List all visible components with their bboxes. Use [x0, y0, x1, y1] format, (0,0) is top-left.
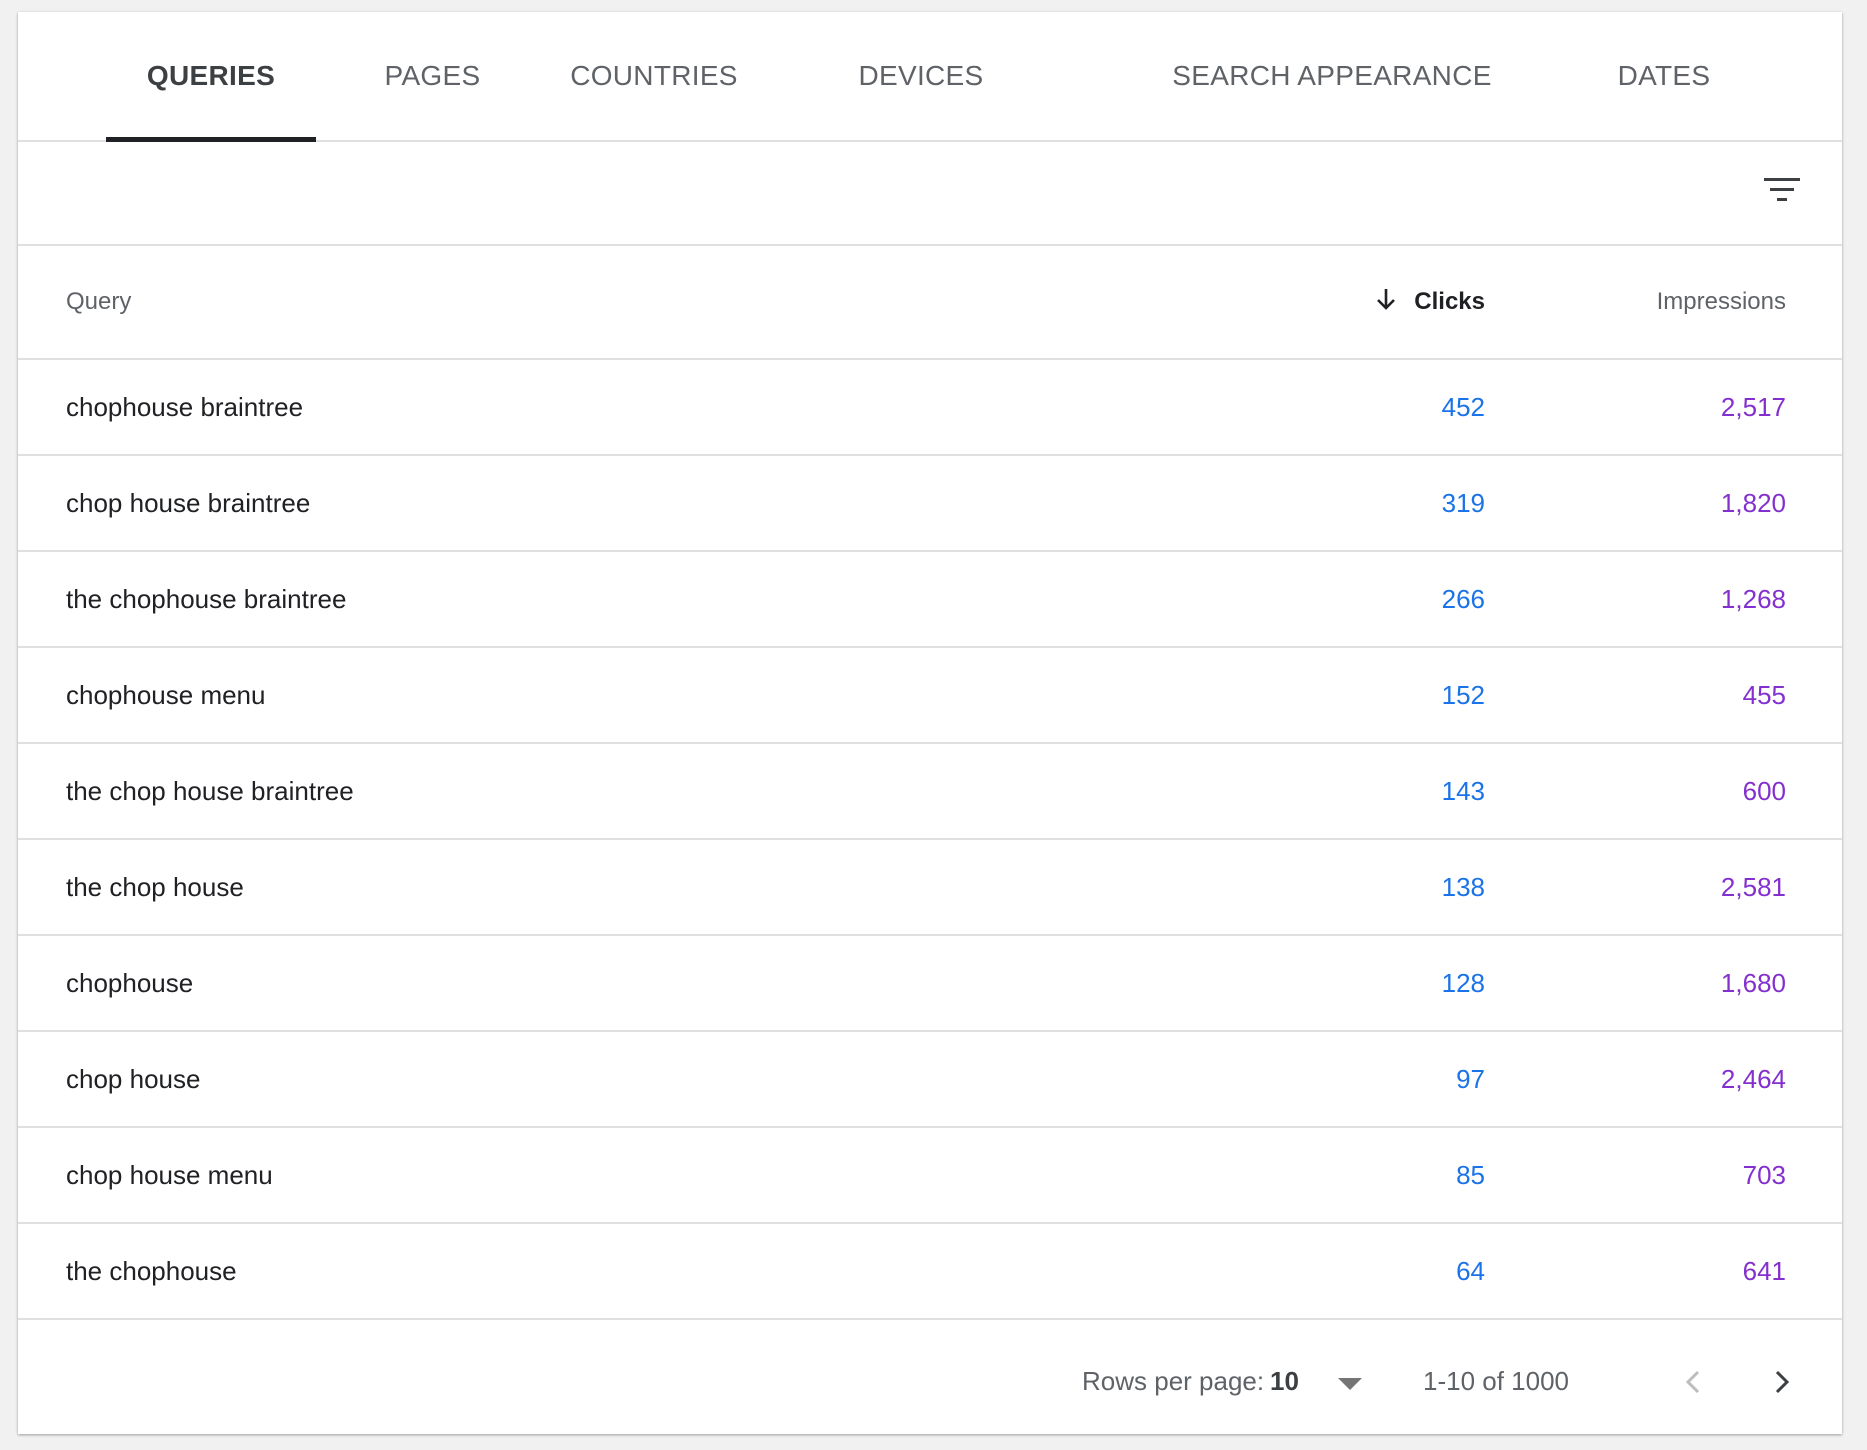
rows-per-page-label: Rows per page:	[1082, 1365, 1265, 1396]
impressions-cell: 703	[1742, 1159, 1786, 1190]
column-header-query[interactable]: Query	[66, 246, 131, 358]
impressions-cell: 1,268	[1720, 583, 1786, 614]
impressions-cell: 1,680	[1720, 967, 1786, 998]
query-cell: chop house	[66, 1063, 201, 1094]
tab-dates-label: DATES	[1617, 60, 1711, 91]
query-cell: chop house braintree	[66, 487, 311, 518]
table-header: Query Clicks Impressions	[18, 246, 1842, 360]
table-row[interactable]: chophouse menu 152 455	[18, 648, 1842, 744]
impressions-cell: 641	[1742, 1255, 1786, 1286]
impressions-cell: 2,517	[1720, 391, 1786, 422]
rows-per-page-value: 10	[1270, 1365, 1299, 1396]
next-page-button[interactable]	[1762, 1362, 1802, 1402]
clicks-cell: 266	[1441, 583, 1485, 614]
table-row[interactable]: the chophouse 64 641	[18, 1224, 1842, 1320]
tab-pages-label: PAGES	[384, 60, 481, 91]
rows-per-page-select[interactable]: 10	[1270, 1328, 1380, 1434]
tab-queries[interactable]: QUERIES	[106, 12, 316, 142]
table-row[interactable]: chop house menu 85 703	[18, 1128, 1842, 1224]
previous-page-button[interactable]	[1674, 1362, 1714, 1402]
impressions-cell: 2,464	[1720, 1063, 1786, 1094]
clicks-cell: 452	[1441, 391, 1485, 422]
pagination-range: 1-10 of 1000	[1423, 1365, 1570, 1396]
query-cell: chop house menu	[66, 1159, 273, 1190]
clicks-cell: 85	[1456, 1159, 1485, 1190]
caret-down-icon	[1338, 1378, 1362, 1390]
table-toolbar	[18, 142, 1842, 246]
chevron-left-icon	[1685, 1370, 1700, 1394]
tab-devices[interactable]: DEVICES	[812, 12, 1030, 140]
tab-queries-label: QUERIES	[146, 60, 276, 91]
tab-dates[interactable]: DATES	[1564, 12, 1764, 140]
column-header-clicks-label: Clicks	[1414, 288, 1485, 315]
arrow-down-icon	[1377, 289, 1396, 310]
impressions-cell: 455	[1742, 679, 1786, 710]
table-row[interactable]: the chop house 138 2,581	[18, 840, 1842, 936]
query-cell: the chop house	[66, 871, 244, 902]
tab-search-appearance[interactable]: SEARCH APPEARANCE	[1142, 12, 1522, 140]
dimension-tabs: QUERIES PAGES COUNTRIES DEVICES SEARCH A…	[18, 12, 1842, 142]
clicks-cell: 319	[1441, 487, 1485, 518]
query-cell: chophouse braintree	[66, 391, 304, 422]
table-row[interactable]: the chophouse braintree 266 1,268	[18, 552, 1842, 648]
filter-button[interactable]	[1760, 170, 1804, 214]
tab-countries-label: COUNTRIES	[570, 60, 738, 91]
query-cell: chophouse menu	[66, 679, 266, 710]
query-cell: the chophouse	[66, 1255, 237, 1286]
clicks-cell: 143	[1441, 775, 1485, 806]
performance-report-card: QUERIES PAGES COUNTRIES DEVICES SEARCH A…	[18, 12, 1842, 1434]
filter-icon	[1764, 178, 1800, 201]
tab-pages[interactable]: PAGES	[336, 12, 529, 140]
query-cell: chophouse	[66, 967, 194, 998]
clicks-cell: 64	[1456, 1255, 1485, 1286]
column-header-impressions[interactable]: Impressions	[1657, 246, 1786, 358]
clicks-cell: 152	[1441, 679, 1485, 710]
table-row[interactable]: chop house braintree 319 1,820	[18, 456, 1842, 552]
clicks-cell: 97	[1456, 1063, 1485, 1094]
impressions-cell: 600	[1742, 775, 1786, 806]
clicks-cell: 138	[1441, 871, 1485, 902]
pagination-bar: Rows per page: 10 1-10 of 1000	[18, 1328, 1842, 1434]
query-cell: the chop house braintree	[66, 775, 354, 806]
clicks-cell: 128	[1441, 967, 1485, 998]
table-row[interactable]: chophouse braintree 452 2,517	[18, 360, 1842, 456]
column-header-clicks[interactable]: Clicks	[1372, 246, 1485, 358]
table-row[interactable]: chop house 97 2,464	[18, 1032, 1842, 1128]
query-cell: the chophouse braintree	[66, 583, 347, 614]
queries-table: Query Clicks Impressions chophouse brain…	[18, 246, 1842, 1320]
chevron-right-icon	[1775, 1370, 1790, 1394]
impressions-cell: 1,820	[1720, 487, 1786, 518]
table-row[interactable]: chophouse 128 1,680	[18, 936, 1842, 1032]
impressions-cell: 2,581	[1720, 871, 1786, 902]
tab-search-appearance-label: SEARCH APPEARANCE	[1172, 60, 1492, 91]
tab-countries[interactable]: COUNTRIES	[534, 12, 774, 140]
table-row[interactable]: the chop house braintree 143 600	[18, 744, 1842, 840]
tab-devices-label: DEVICES	[858, 60, 984, 91]
